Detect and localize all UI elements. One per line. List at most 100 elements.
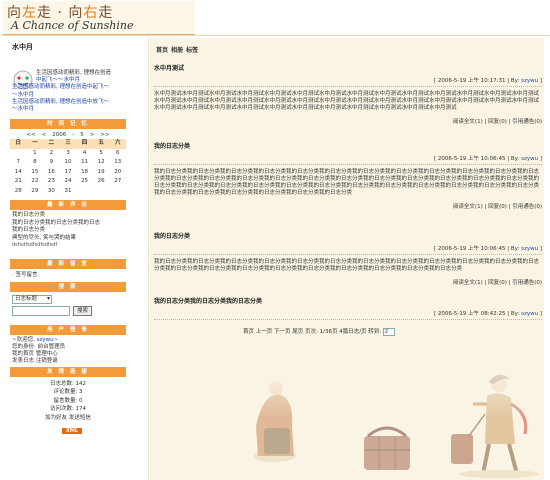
comment-item[interactable]: 典型的尽头, 笑与哭的结果 bbox=[12, 235, 124, 243]
user-links[interactable]: 我的首页 管理中心 bbox=[12, 351, 126, 358]
calendar-day[interactable]: 8 bbox=[27, 158, 44, 168]
calendar-day[interactable]: 16 bbox=[43, 168, 60, 178]
comment-item[interactable]: 我的日志分类我的日志分类我的日志 bbox=[12, 220, 124, 228]
calendar-day[interactable]: 7 bbox=[10, 158, 27, 168]
prev-year-link[interactable]: << bbox=[26, 132, 35, 138]
calendar-day[interactable]: 3 bbox=[60, 149, 77, 159]
comments-header: 最 新 评 论 bbox=[10, 200, 126, 210]
prev-month-link[interactable]: < bbox=[42, 132, 47, 138]
calendar-day[interactable]: 9 bbox=[43, 158, 60, 168]
next-month-link[interactable]: > bbox=[90, 132, 95, 138]
calendar-day bbox=[10, 149, 27, 159]
travelers-illustration bbox=[254, 356, 544, 480]
calendar-day[interactable]: 27 bbox=[109, 177, 126, 187]
post-meta: [ 2006-5-19 上午 10:17:31 | By: szywu ] bbox=[433, 78, 542, 84]
calendar-day[interactable]: 31 bbox=[60, 187, 77, 197]
user-profile: 生活因感动而精彩, 理想在创造 中起飞～～水中月 生活因感动而精彩, 理想在创造… bbox=[10, 60, 126, 117]
login-panel: ~欢迎您, szywu~ 您的身份: 前台管理员 我的首页 管理中心 发表日志 … bbox=[10, 335, 126, 365]
calendar-day[interactable]: 6 bbox=[109, 149, 126, 159]
friend-links[interactable]: 加为好友 发送短信 bbox=[10, 414, 126, 423]
calendar-weekday: 三 bbox=[59, 139, 77, 149]
links-header: 友 情 连 接 bbox=[10, 366, 126, 377]
calendar-weekday: 四 bbox=[76, 139, 93, 149]
calendar-day[interactable]: 10 bbox=[60, 158, 77, 168]
post-footer-links[interactable]: 阅读全文(1) | 回复(0) | 引用通告(0) bbox=[154, 278, 542, 286]
calendar-day bbox=[93, 187, 110, 197]
post-footer-links[interactable]: 阅读全文(1) | 回复(0) | 引用通告(0) bbox=[154, 202, 542, 210]
calendar-day[interactable]: 24 bbox=[60, 177, 77, 187]
calendar-day[interactable]: 17 bbox=[60, 168, 77, 178]
search-button[interactable]: 搜索 bbox=[73, 305, 93, 316]
header: 向左走 · 向右走 A Chance of Sunshine bbox=[0, 0, 550, 37]
post-title[interactable]: 水中月测试 bbox=[154, 63, 542, 72]
comment-item[interactable]: 我的日志分类 bbox=[12, 212, 124, 220]
post-logout-links[interactable]: 发表日志 注销登录 bbox=[12, 358, 126, 365]
sidebar: 水中月 生活因感动而精彩, 理想在创造 中起飞～～水中月 生活因感动而精彩, 理… bbox=[10, 38, 126, 434]
logo-english: A Chance of Sunshine bbox=[11, 19, 134, 32]
calendar-year: 2006 bbox=[52, 132, 67, 138]
calendar-month: 5 bbox=[80, 132, 84, 138]
calendar-day[interactable]: 1 bbox=[27, 149, 44, 159]
calendar-header: 时 间 记 忆 bbox=[10, 119, 126, 129]
search-input[interactable] bbox=[12, 305, 70, 316]
xml-feed-button[interactable]: XML bbox=[62, 428, 83, 434]
calendar-day[interactable]: 2 bbox=[43, 149, 60, 159]
top-nav[interactable]: 首页 相册 标签 bbox=[156, 45, 544, 54]
post-divider bbox=[154, 86, 542, 87]
calendar-day[interactable]: 21 bbox=[10, 177, 27, 187]
calendar-day[interactable]: 19 bbox=[93, 168, 110, 178]
calendar-day[interactable]: 29 bbox=[27, 187, 44, 197]
post-meta: [ 2006-5-19 上午 10:06:45 | By: szywu ] bbox=[433, 246, 542, 252]
post-divider bbox=[154, 319, 542, 320]
username-link[interactable]: szywu~ bbox=[37, 337, 59, 343]
calendar-day[interactable]: 23 bbox=[43, 177, 60, 187]
search-type-select[interactable]: 日志标题 bbox=[12, 294, 52, 304]
calendar-day[interactable]: 25 bbox=[76, 177, 93, 187]
comments-list: 我的日志分类 我的日志分类我的日志分类我的日志 我的日志分类 典型的尽头, 笑与… bbox=[10, 210, 126, 250]
post: 我的日志分类我的日志分类我的日志分类 [ 2006-5-19 上午 08:42:… bbox=[154, 296, 542, 320]
post-divider bbox=[154, 164, 542, 165]
calendar-weekday: 日 bbox=[10, 139, 27, 149]
calendar-grid: 日一二三四五六 1 2 3 4 5 6 7 8 9 10 11 12 13 14 15 16 17 18 19 20 21… bbox=[10, 139, 126, 196]
post-body: 我的日志分类我的日志分类我的日志分类我的日志分类我的日志分类我的日志分类我的日志… bbox=[154, 169, 540, 196]
calendar-day[interactable]: 26 bbox=[93, 177, 110, 187]
calendar-day[interactable]: 28 bbox=[10, 187, 27, 197]
next-year-link[interactable]: >> bbox=[100, 132, 109, 138]
main-content: 首页 相册 标签 水中月测试 [ 2006-5-19 上午 10:17:31 |… bbox=[148, 38, 544, 480]
comment-item[interactable]: 我的日志分类 bbox=[12, 227, 124, 235]
post-footer-links[interactable]: 阅读全文(1) | 回复(0) | 引用通告(0) bbox=[154, 117, 542, 125]
calendar-day[interactable]: 30 bbox=[43, 187, 60, 197]
post-title[interactable]: 我的日志分类 bbox=[154, 141, 542, 150]
guestbook-header: 最 新 留 言 bbox=[10, 258, 126, 269]
comment-item[interactable]: dsfsdfsdfsdfsdfsdf bbox=[12, 242, 124, 250]
calendar-day[interactable]: 22 bbox=[27, 177, 44, 187]
calendar-day[interactable]: 11 bbox=[76, 158, 93, 168]
login-header: 用 户 登 录 bbox=[10, 324, 126, 335]
post: 我的日志分类 [ 2006-5-19 上午 10:06:45 | By: szy… bbox=[154, 141, 542, 210]
search-form: 日志标题 搜索 bbox=[10, 292, 126, 316]
calendar-day[interactable]: 20 bbox=[109, 168, 126, 178]
calendar-day[interactable]: 5 bbox=[93, 149, 110, 159]
post-divider bbox=[154, 254, 542, 255]
site-stats: 日志总数: 142 评论数量: 3 留言数量: 0 访问次数: 174 加为好友… bbox=[10, 377, 126, 423]
post-title[interactable]: 我的日志分类我的日志分类我的日志分类 bbox=[154, 296, 542, 305]
calendar-day[interactable]: 15 bbox=[27, 168, 44, 178]
search-header: 搜 索 bbox=[10, 281, 126, 292]
calendar-day[interactable]: 12 bbox=[93, 158, 110, 168]
calendar-day[interactable]: 4 bbox=[76, 149, 93, 159]
calendar-day bbox=[109, 187, 126, 197]
calendar-nav: << <2006-5 > >> bbox=[26, 132, 110, 138]
calendar-weekday: 五 bbox=[92, 139, 110, 149]
page-select[interactable]: 2 bbox=[382, 327, 395, 336]
pagination-links[interactable]: 首页 上一页 下一页 尾页 页次: 1/36页 4篇日志/页 转到: bbox=[243, 329, 383, 335]
calendar-day[interactable]: 18 bbox=[76, 168, 93, 178]
post: 水中月测试 [ 2006-5-19 上午 10:17:31 | By: szyw… bbox=[154, 63, 542, 125]
post-title[interactable]: 我的日志分类 bbox=[154, 231, 542, 240]
calendar-day[interactable]: 13 bbox=[109, 158, 126, 168]
post: 我的日志分类 [ 2006-5-19 上午 10:06:45 | By: szy… bbox=[154, 231, 542, 286]
guestbook-link[interactable]: · 签写留言 bbox=[10, 269, 126, 281]
site-title: 水中月 bbox=[12, 43, 33, 51]
calendar-weekday: 六 bbox=[109, 139, 126, 149]
calendar-day[interactable]: 14 bbox=[10, 168, 27, 178]
site-logo[interactable]: 向左走 · 向右走 A Chance of Sunshine bbox=[3, 1, 195, 35]
